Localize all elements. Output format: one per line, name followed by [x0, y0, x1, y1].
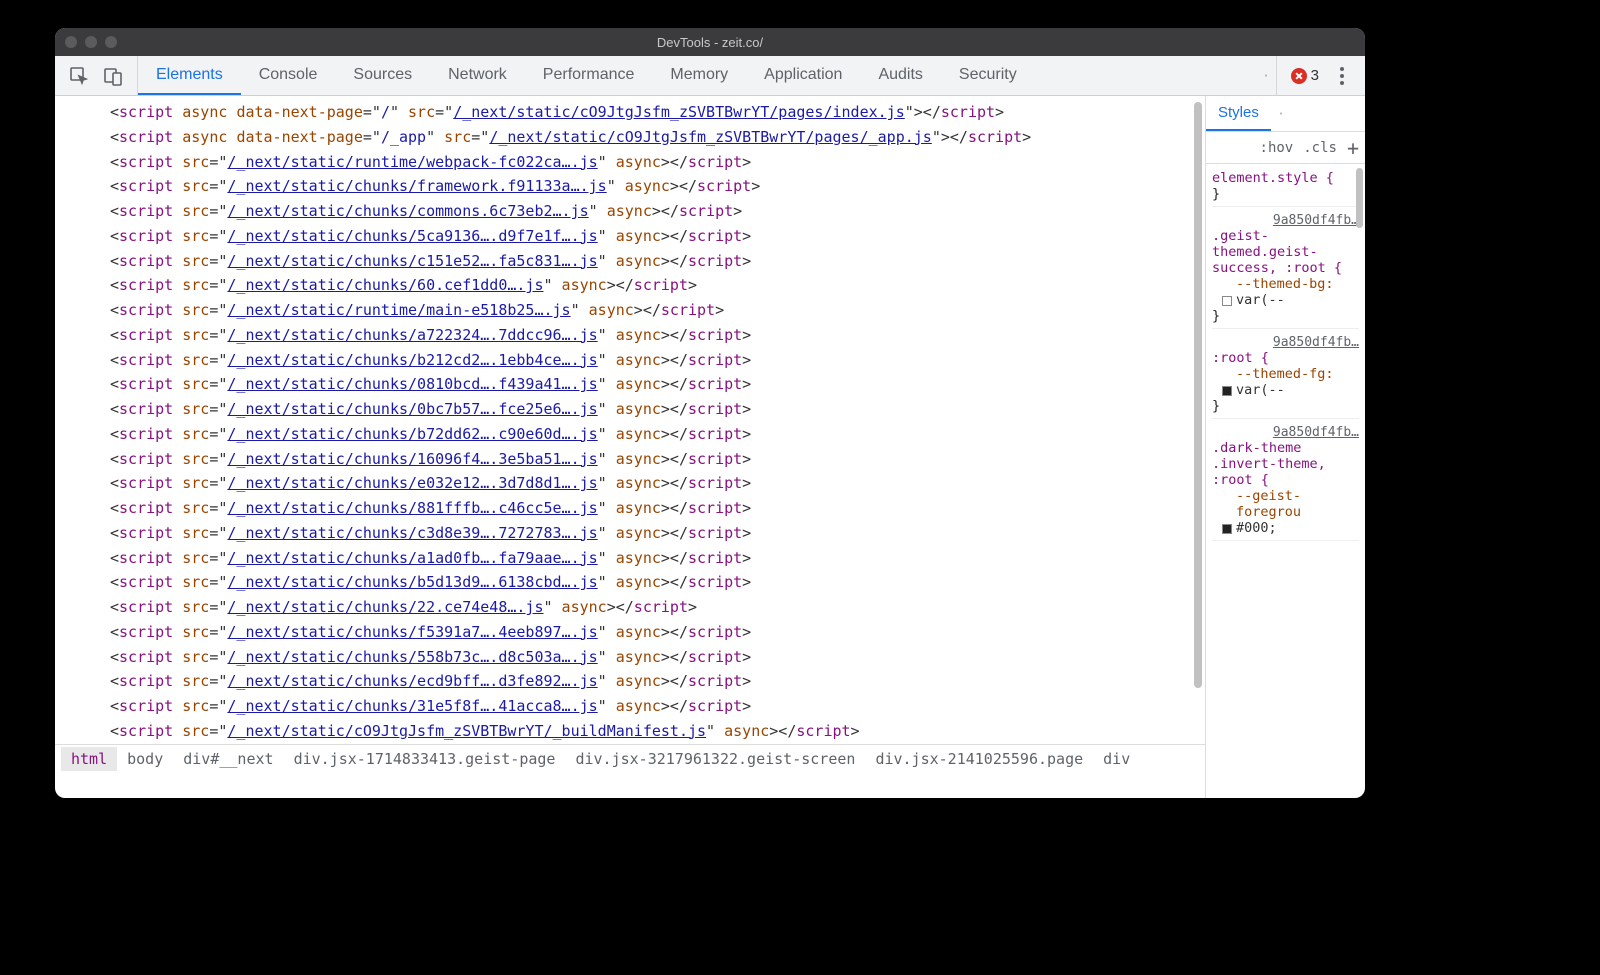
minimize-window-icon[interactable]: [85, 36, 97, 48]
dom-node[interactable]: <script async data-next-page="/" src="/_…: [110, 100, 1205, 125]
tab-network[interactable]: Network: [430, 56, 525, 95]
dom-node[interactable]: <script src="/_next/static/chunks/22.ce7…: [110, 595, 1205, 620]
tab-memory[interactable]: Memory: [652, 56, 746, 95]
titlebar: DevTools - zeit.co/: [55, 28, 1365, 56]
breadcrumb-item[interactable]: div.jsx-2141025596.page: [865, 747, 1093, 772]
breadcrumb-item[interactable]: body: [117, 747, 173, 772]
dom-node[interactable]: <script src="/_next/static/chunks/558b73…: [110, 645, 1205, 670]
more-tabs-icon[interactable]: [1256, 66, 1276, 86]
dom-node[interactable]: <script src="/_next/static/chunks/a1ad0f…: [110, 546, 1205, 571]
devtools-window: DevTools - zeit.co/ ElementsConsoleSourc…: [55, 28, 1365, 798]
zoom-window-icon[interactable]: [105, 36, 117, 48]
error-count: 3: [1311, 67, 1319, 84]
dom-node[interactable]: <script src="/_next/static/chunks/b5d13d…: [110, 570, 1205, 595]
elements-panel[interactable]: <script async data-next-page="/" src="/_…: [55, 96, 1205, 798]
tab-performance[interactable]: Performance: [525, 56, 653, 95]
device-toggle-icon[interactable]: [103, 66, 123, 86]
style-rule[interactable]: 9a850df4fb…:root {--themed-fg:var(--}: [1212, 335, 1359, 419]
breadcrumb-item[interactable]: html: [61, 747, 117, 772]
tab-application[interactable]: Application: [746, 56, 860, 95]
settings-menu-icon[interactable]: [1333, 67, 1351, 85]
dom-node[interactable]: <script src="/_next/static/chunks/881fff…: [110, 496, 1205, 521]
dom-node[interactable]: <script src="/_next/static/chunks/60.cef…: [110, 273, 1205, 298]
dom-node[interactable]: <script src="/_next/static/chunks/0bc7b5…: [110, 397, 1205, 422]
tab-security[interactable]: Security: [941, 56, 1035, 95]
tab-console[interactable]: Console: [241, 56, 336, 95]
window-title: DevTools - zeit.co/: [55, 35, 1365, 50]
dom-node[interactable]: <script src="/_next/static/cO9JtgJsfm_zS…: [110, 719, 1205, 744]
tab-audits[interactable]: Audits: [860, 56, 940, 95]
devtools-toolbar: ElementsConsoleSourcesNetworkPerformance…: [55, 56, 1365, 96]
dom-node[interactable]: <script src="/_next/static/chunks/c3d8e3…: [110, 521, 1205, 546]
style-rule[interactable]: element.style {}: [1212, 170, 1359, 207]
window-controls[interactable]: [65, 36, 117, 48]
dom-scrollbar[interactable]: [1194, 102, 1202, 688]
tab-elements[interactable]: Elements: [138, 56, 241, 95]
close-window-icon[interactable]: [65, 36, 77, 48]
dom-node[interactable]: <script src="/_next/static/chunks/b212cd…: [110, 348, 1205, 373]
breadcrumb-item[interactable]: div.jsx-3217961322.geist-screen: [565, 747, 865, 772]
dom-node[interactable]: <script src="/_next/static/chunks/0810bc…: [110, 372, 1205, 397]
breadcrumb-item[interactable]: div.jsx-1714833413.geist-page: [284, 747, 566, 772]
dom-node[interactable]: <script src="/_next/static/chunks/e032e1…: [110, 471, 1205, 496]
styles-panel: Styles :hov .cls + element.style {} 9a850…: [1205, 96, 1365, 798]
dom-node[interactable]: <script src="/_next/static/chunks/31e5f8…: [110, 694, 1205, 719]
style-rule[interactable]: 9a850df4fb….geist-themed.geist-success, …: [1212, 213, 1359, 329]
panel-tabs: ElementsConsoleSourcesNetworkPerformance…: [138, 56, 1256, 95]
dom-node[interactable]: <script src="/_next/static/chunks/5ca913…: [110, 224, 1205, 249]
dom-node[interactable]: <script src="/_next/static/chunks/framew…: [110, 174, 1205, 199]
dom-node[interactable]: <script src="/_next/static/chunks/a72232…: [110, 323, 1205, 348]
dom-node[interactable]: <script src="/_next/static/runtime/webpa…: [110, 150, 1205, 175]
dom-node[interactable]: <script src="/_next/static/chunks/common…: [110, 199, 1205, 224]
dom-node[interactable]: <script src="/_next/static/chunks/c151e5…: [110, 249, 1205, 274]
dom-node[interactable]: <script async data-next-page="/_app" src…: [110, 125, 1205, 150]
dom-node[interactable]: <script src="/_next/static/chunks/ecd9bf…: [110, 669, 1205, 694]
new-style-rule-icon[interactable]: +: [1347, 138, 1359, 158]
dom-node[interactable]: <script src="/_next/static/runtime/main-…: [110, 298, 1205, 323]
breadcrumb-item[interactable]: div#__next: [173, 747, 283, 772]
error-icon: [1291, 68, 1307, 84]
dom-node[interactable]: <script src="/_next/static/chunks/16096f…: [110, 447, 1205, 472]
error-count-badge[interactable]: 3: [1291, 67, 1319, 84]
hov-toggle[interactable]: :hov: [1260, 140, 1294, 156]
styles-tab[interactable]: Styles: [1206, 96, 1271, 131]
inspect-element-icon[interactable]: [69, 66, 89, 86]
more-styles-tabs-icon[interactable]: [1271, 104, 1291, 124]
tab-sources[interactable]: Sources: [335, 56, 430, 95]
styles-scrollbar[interactable]: [1356, 168, 1363, 228]
dom-breadcrumb[interactable]: htmlbodydiv#__nextdiv.jsx-1714833413.gei…: [55, 744, 1205, 774]
dom-node[interactable]: <script src="/_next/static/chunks/f5391a…: [110, 620, 1205, 645]
dom-node[interactable]: <script src="/_next/static/chunks/b72dd6…: [110, 422, 1205, 447]
style-rule[interactable]: 9a850df4fb….dark-theme .invert-theme, :r…: [1212, 425, 1359, 541]
cls-toggle[interactable]: .cls: [1303, 140, 1337, 156]
breadcrumb-item[interactable]: div: [1093, 747, 1140, 772]
